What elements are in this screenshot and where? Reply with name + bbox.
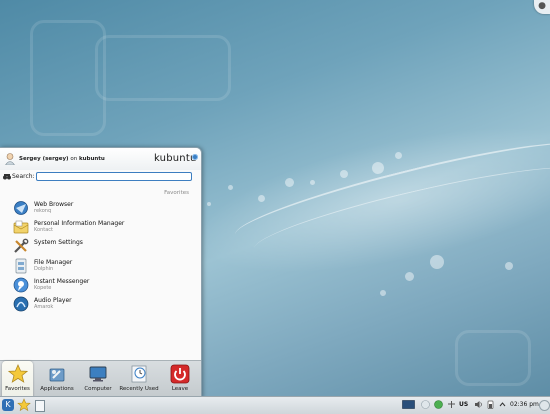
entry-name: Personal Information Manager <box>34 220 125 227</box>
applications-icon <box>49 368 65 382</box>
entry-subtitle: Kontact <box>34 227 53 233</box>
wallpaper-bubble <box>430 255 444 269</box>
entry-name: System Settings <box>34 239 83 246</box>
wallpaper-bubble <box>395 152 402 159</box>
menu-entry-instant-messenger[interactable]: Instant Messenger Kopete <box>13 277 193 295</box>
favorites-star-icon[interactable] <box>17 398 31 412</box>
menu-entry-pim[interactable]: Personal Information Manager Kontact <box>13 219 193 237</box>
volume-icon[interactable] <box>474 400 483 409</box>
menu-tab-bar: Favorites Applications Computer Recently… <box>0 360 201 397</box>
search-label: Search: <box>12 173 35 180</box>
entry-subtitle: rekonq <box>34 208 52 214</box>
computer-icon <box>89 366 107 382</box>
wallpaper-bubble <box>505 262 513 270</box>
system-settings-icon <box>14 238 29 253</box>
menu-entry-file-manager[interactable]: File Manager Dolphin <box>13 258 193 276</box>
kubuntu-logo: kubuntu <box>154 153 197 164</box>
network-icon[interactable] <box>447 400 456 409</box>
tab-leave[interactable]: Leave <box>163 361 197 397</box>
entry-name: Instant Messenger <box>34 278 90 285</box>
menu-entry-web-browser[interactable]: Web Browser rekonq <box>13 200 193 218</box>
tab-label: Recently Used <box>119 386 159 392</box>
wallpaper-shape <box>95 35 231 101</box>
section-caption: Favorites <box>164 190 189 196</box>
wallpaper-bubble <box>380 290 386 296</box>
tab-computer[interactable]: Computer <box>80 361 116 397</box>
tab-label: Favorites <box>5 386 30 392</box>
file-manager-icon <box>15 258 27 274</box>
entry-subtitle: Kopete <box>34 285 52 291</box>
user-info: Sergey (sergey) on kubuntu <box>19 156 105 162</box>
wallpaper-bubble <box>372 162 384 174</box>
kubuntu-logo-icon <box>192 154 198 160</box>
application-launcher-button[interactable]: K <box>2 399 14 411</box>
application-launcher-menu: Sergey (sergey) on kubuntu kubuntu Searc… <box>0 147 202 398</box>
tab-recently-used[interactable]: Recently Used <box>118 361 160 397</box>
tab-label: Computer <box>84 386 112 392</box>
tab-favorites[interactable]: Favorites <box>2 361 33 397</box>
web-browser-icon <box>14 201 28 215</box>
entry-name: Web Browser <box>34 201 74 208</box>
battery-icon[interactable] <box>486 400 495 409</box>
show-desktop-button[interactable] <box>35 400 45 412</box>
entry-name: Audio Player <box>34 297 72 304</box>
search-row: Search: <box>0 170 201 184</box>
update-notifier-icon[interactable] <box>434 400 443 409</box>
search-input[interactable] <box>36 172 192 181</box>
wallpaper-bubble <box>285 178 294 187</box>
wallpaper-shape <box>455 330 531 386</box>
menu-header: Sergey (sergey) on kubuntu kubuntu <box>0 148 201 170</box>
wallpaper-bubble <box>405 272 414 281</box>
wallpaper-bubble <box>310 180 315 185</box>
pager-icon[interactable] <box>402 400 415 409</box>
wallpaper-bubble <box>207 202 211 206</box>
notification-icon[interactable] <box>421 400 430 409</box>
host-name: kubuntu <box>78 156 105 162</box>
entry-subtitle: Amarok <box>34 304 54 310</box>
audio-player-icon <box>13 296 29 312</box>
panel-toolbox-button[interactable] <box>539 400 550 411</box>
user-name: Sergey (sergey) <box>19 156 69 162</box>
entry-name: File Manager <box>34 259 73 266</box>
wallpaper-bubble <box>258 195 265 202</box>
pim-icon <box>13 220 29 234</box>
star-icon <box>7 364 28 383</box>
entry-subtitle: Dolphin <box>34 266 54 272</box>
user-on: on <box>70 156 78 162</box>
tab-label: Applications <box>40 386 74 392</box>
tab-applications[interactable]: Applications <box>37 361 77 397</box>
tab-label: Leave <box>171 386 189 392</box>
tray-expand-icon[interactable] <box>498 400 507 409</box>
clock[interactable]: 02:36 pm <box>510 401 539 408</box>
user-avatar-icon <box>5 153 15 165</box>
wallpaper-bubble <box>340 170 348 178</box>
taskbar: K US 02:36 pm <box>0 396 550 414</box>
power-icon <box>170 364 190 384</box>
wallpaper-shape <box>30 20 106 136</box>
menu-entry-audio-player[interactable]: Audio Player Amarok <box>13 296 193 314</box>
menu-entry-system-settings[interactable]: System Settings <box>13 238 193 256</box>
wallpaper-bubble <box>228 185 233 190</box>
binoculars-icon <box>3 174 11 180</box>
clock-icon <box>131 365 147 383</box>
keyboard-layout-indicator[interactable]: US <box>459 401 468 408</box>
instant-messenger-icon <box>13 277 29 293</box>
